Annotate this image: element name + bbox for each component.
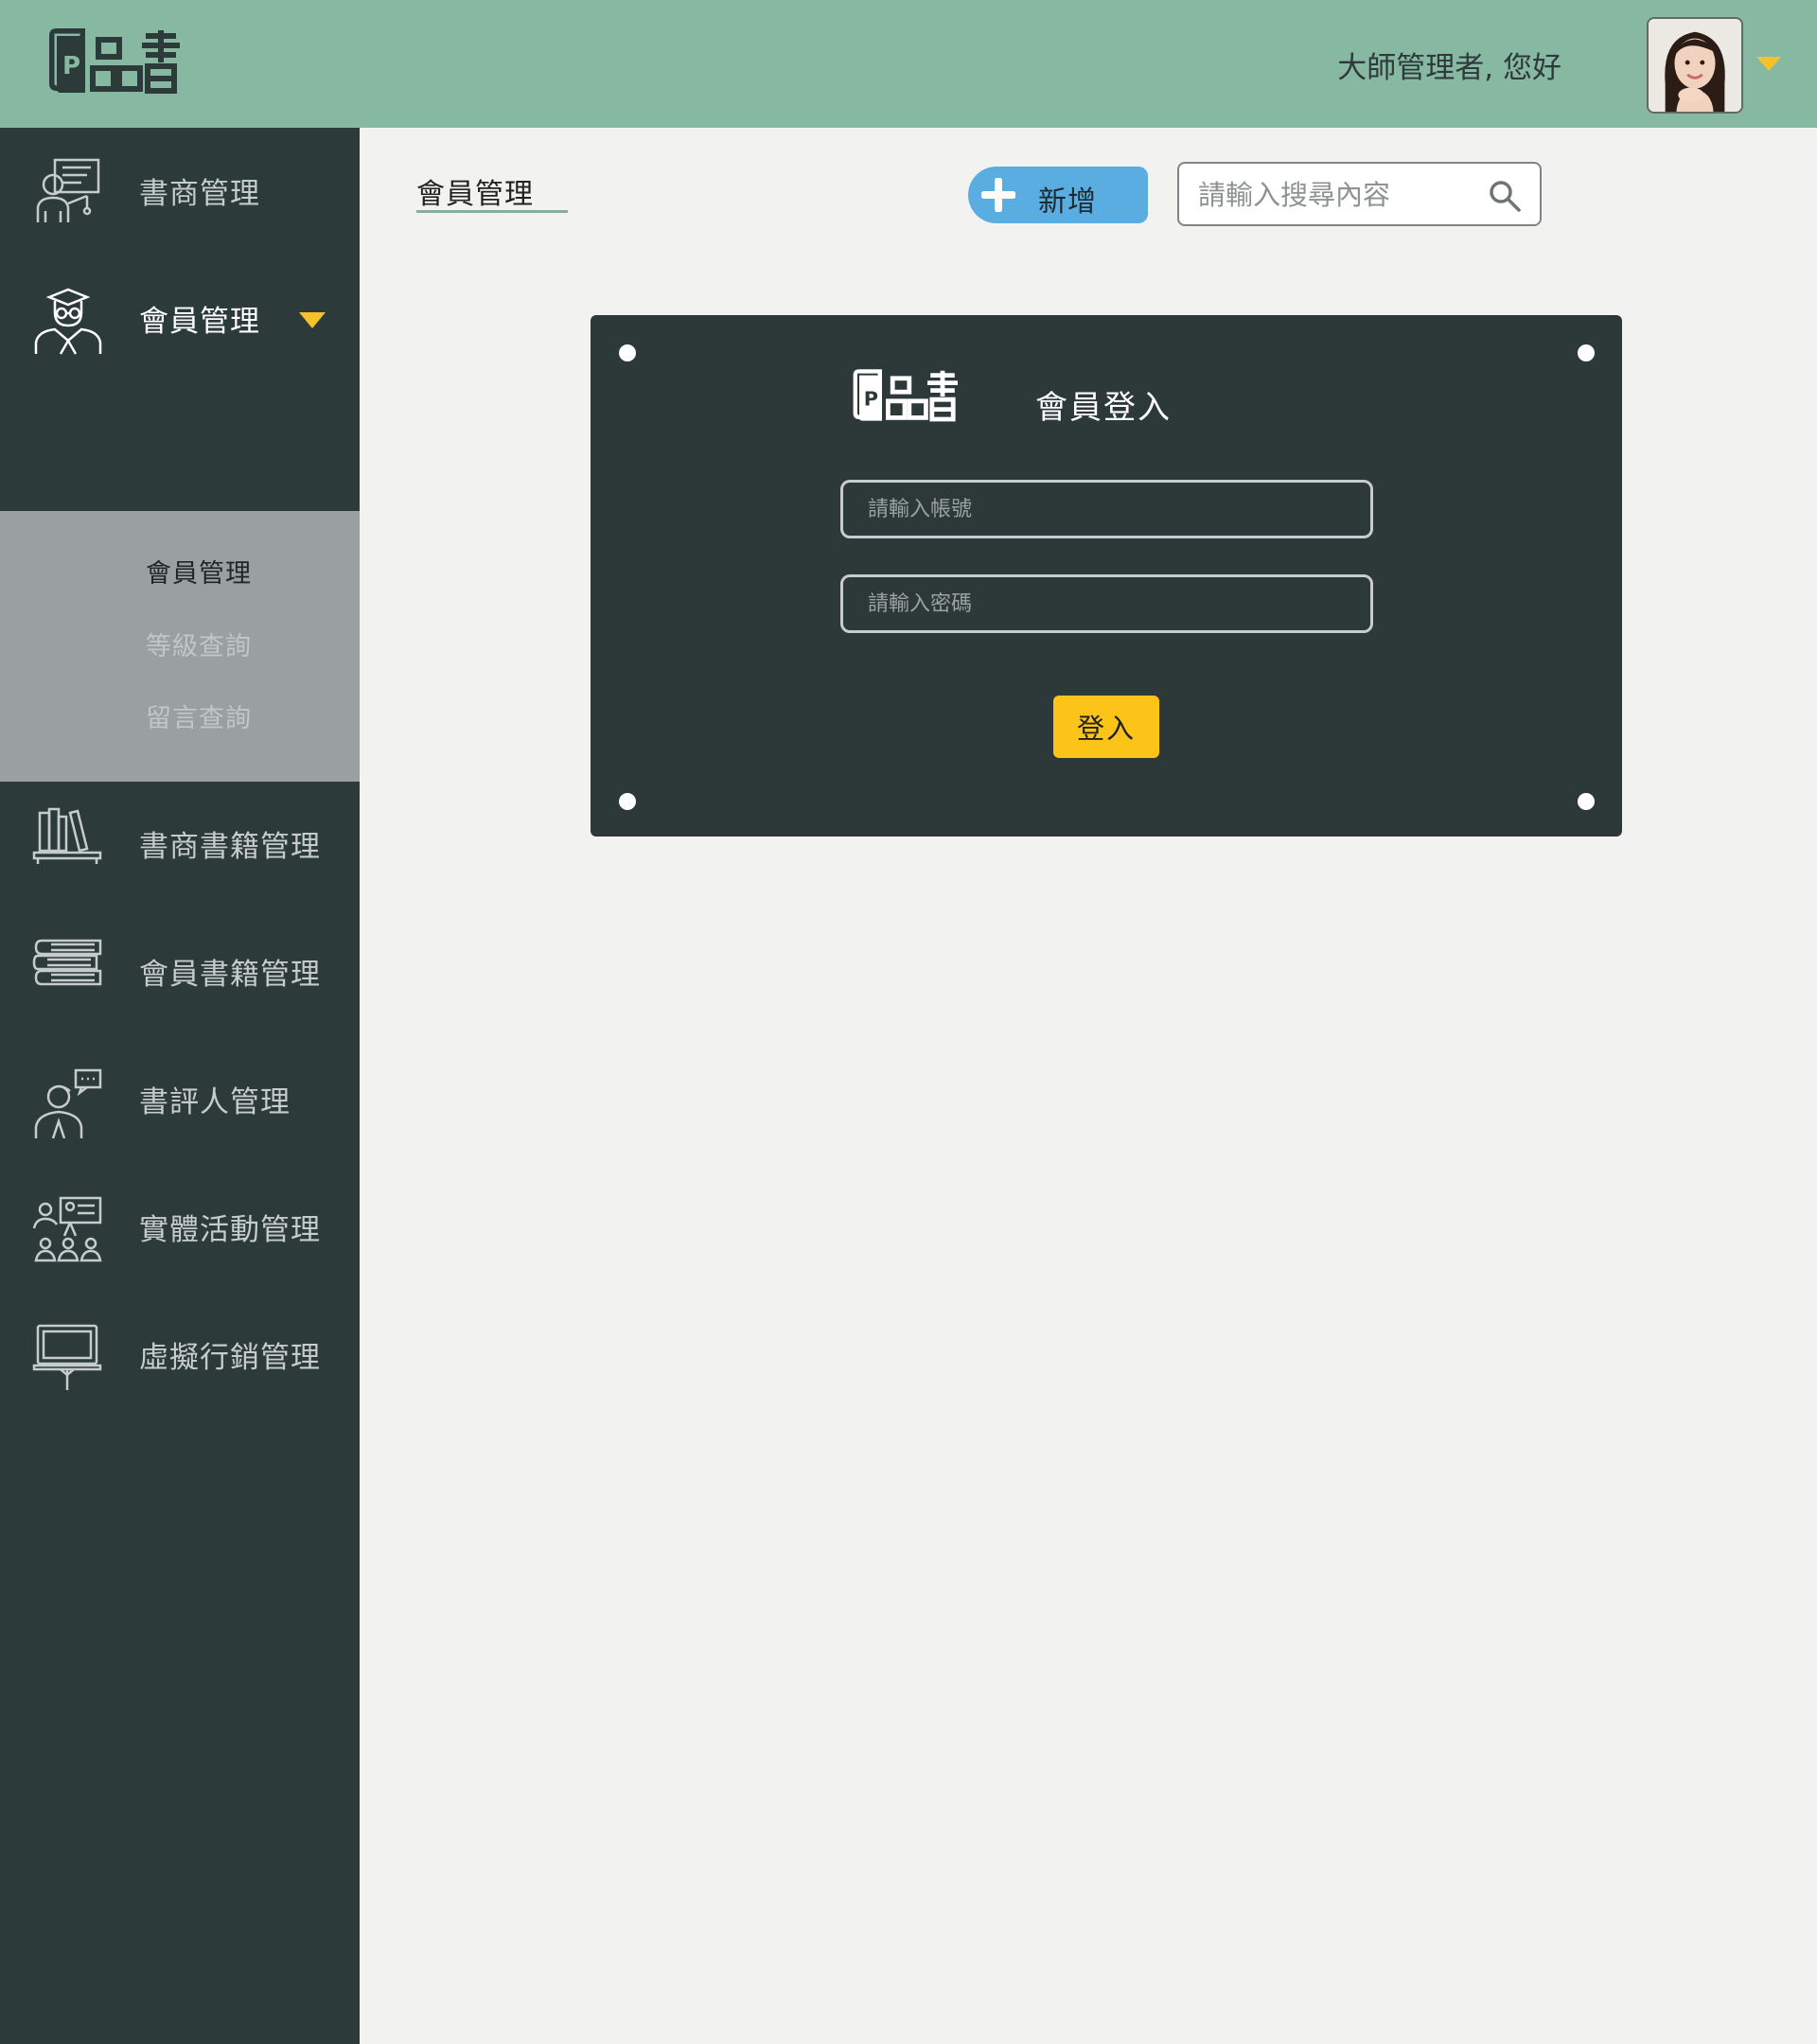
top-header: P 大師管理者, 您好 (0, 0, 1817, 128)
sidebar-item-label: 會員管理 (139, 305, 260, 339)
logo-icon[interactable]: P (44, 25, 184, 100)
user-menu-caret-icon[interactable] (1756, 57, 1781, 71)
sidebar-item-events[interactable]: 實體活動管理 (0, 1164, 360, 1292)
sidebar-item-label: 書評人管理 (139, 1085, 291, 1119)
search-icon[interactable] (1488, 179, 1522, 213)
bookshelf-icon (32, 807, 102, 864)
add-button-label: 新增 (1038, 185, 1097, 219)
corner-pin-icon (1578, 793, 1595, 810)
sidebar-item-label: 書商管理 (139, 177, 260, 211)
sidebar-item-member[interactable]: 會員管理 (0, 256, 360, 383)
page-title-underline (416, 210, 568, 213)
sidebar-item-bookseller-books[interactable]: 書商書籍管理 (0, 781, 360, 908)
sidebar-item-label: 實體活動管理 (139, 1213, 321, 1247)
member-submenu: 會員管理 等級查詢 留言查詢 (0, 511, 360, 782)
sidebar-item-label: 會員書籍管理 (139, 958, 321, 992)
search-input[interactable] (1198, 175, 1482, 215)
sidebar-item-reviewers[interactable]: 書評人管理 (0, 1036, 360, 1164)
sidebar-item-label: 書商書籍管理 (139, 830, 321, 864)
add-button[interactable]: 新增 (968, 167, 1148, 223)
submenu-item-level[interactable]: 等級查詢 (146, 626, 252, 662)
expand-caret-icon[interactable] (299, 312, 326, 328)
plus-icon (981, 178, 1015, 212)
page-title: 會員管理 (416, 178, 534, 211)
event-icon (32, 1196, 102, 1262)
login-title: 會員登入 (1035, 389, 1172, 427)
member-icon (34, 288, 102, 355)
account-field[interactable] (840, 480, 1373, 538)
monitor-icon (32, 1324, 102, 1390)
bookseller-icon (36, 158, 100, 222)
submenu-item-member[interactable]: 會員管理 (146, 553, 252, 590)
member-login-panel: P 會員登入 登入 (591, 315, 1622, 837)
sidebar-item-label: 虛擬行銷管理 (139, 1341, 321, 1375)
svg-text:P: P (62, 52, 80, 80)
corner-pin-icon (619, 793, 636, 810)
corner-pin-icon (1578, 344, 1595, 361)
greeting-text: 大師管理者, 您好 (1337, 51, 1561, 85)
sidebar-item-member-books[interactable]: 會員書籍管理 (0, 908, 360, 1036)
login-logo-icon: P (853, 369, 958, 422)
user-avatar[interactable] (1647, 17, 1743, 114)
book-stack-icon (32, 939, 102, 986)
login-button[interactable]: 登入 (1053, 696, 1159, 758)
sidebar: 書商管理 會員管理 會員管理 等級查詢 留言查詢 書商書籍管理 會員書籍管理 書… (0, 128, 360, 2044)
sidebar-item-bookseller[interactable]: 書商管理 (0, 128, 360, 256)
avatar-photo (1649, 19, 1741, 112)
submenu-item-comments[interactable]: 留言查詢 (146, 697, 252, 734)
sidebar-item-virtual-marketing[interactable]: 虛擬行銷管理 (0, 1292, 360, 1419)
corner-pin-icon (619, 344, 636, 361)
svg-text:P: P (864, 388, 878, 411)
search-box (1177, 162, 1542, 226)
password-field[interactable] (840, 574, 1373, 633)
reviewer-icon (34, 1068, 102, 1138)
